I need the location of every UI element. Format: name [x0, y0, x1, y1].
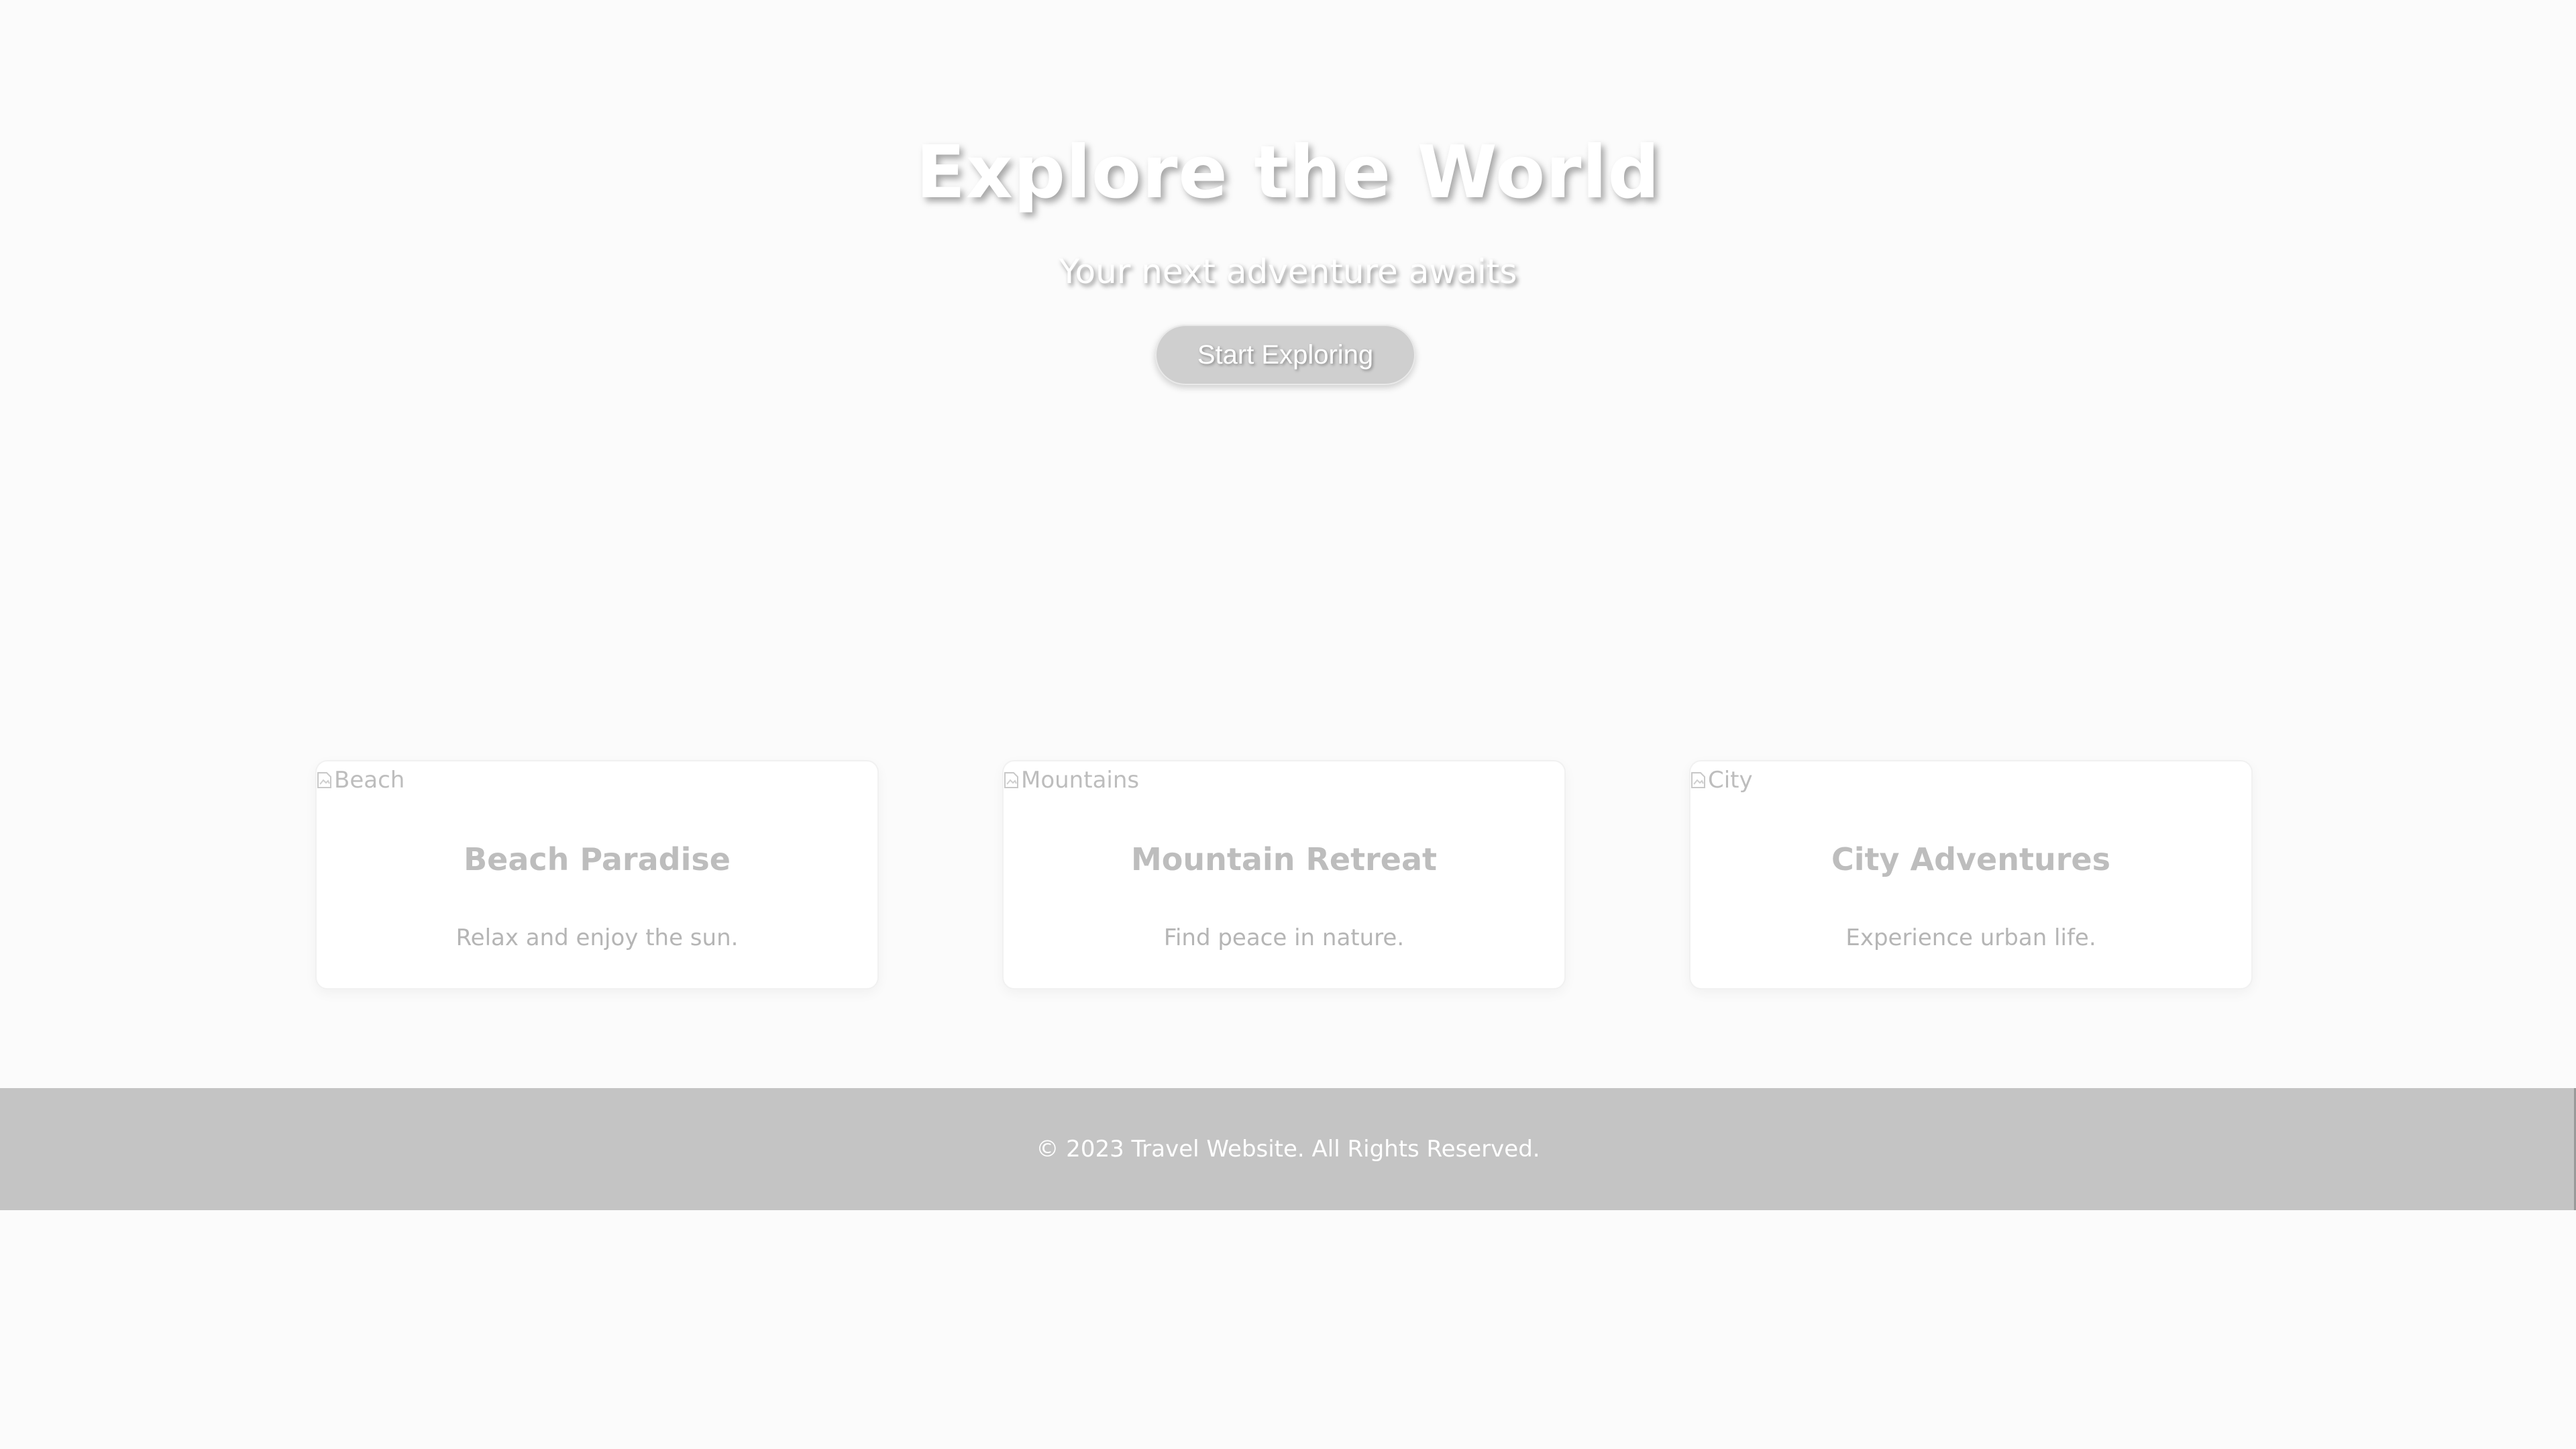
- hero-subtitle: Your next adventure awaits: [1059, 252, 1517, 291]
- destination-card-mountains[interactable]: Mountains Mountain Retreat Find peace in…: [1002, 760, 1566, 989]
- card-description: Find peace in nature.: [1163, 924, 1405, 951]
- broken-image-icon: [1690, 771, 1707, 790]
- card-title: Mountain Retreat: [1131, 841, 1437, 877]
- hero-section: Explore the World Your next adventure aw…: [0, 0, 2576, 704]
- start-exploring-button[interactable]: Start Exploring: [1155, 325, 1415, 385]
- broken-image-icon: [1004, 771, 1020, 790]
- card-description: Relax and enjoy the sun.: [455, 924, 739, 951]
- card-title: City Adventures: [1831, 841, 2110, 877]
- card-image-alt-text: Mountains: [1021, 767, 1140, 794]
- destination-cards: Beach Beach Paradise Relax and enjoy the…: [0, 760, 2576, 991]
- footer-copyright: © 2023 Travel Website. All Rights Reserv…: [1036, 1136, 1540, 1163]
- site-footer: © 2023 Travel Website. All Rights Reserv…: [0, 1088, 2576, 1210]
- card-image-mountains: Mountains: [1004, 761, 1139, 799]
- broken-image-icon: [317, 771, 333, 790]
- card-image-alt-text: Beach: [334, 767, 405, 794]
- card-image-city: City: [1690, 761, 1753, 799]
- card-image-alt-text: City: [1708, 767, 1753, 794]
- destination-card-city[interactable]: City City Adventures Experience urban li…: [1689, 760, 2253, 989]
- destination-card-beach[interactable]: Beach Beach Paradise Relax and enjoy the…: [315, 760, 879, 989]
- card-description: Experience urban life.: [1845, 924, 2096, 951]
- card-image-beach: Beach: [317, 761, 405, 799]
- card-title: Beach Paradise: [464, 841, 731, 877]
- hero-title: Explore the World: [916, 131, 1660, 215]
- travel-landing-page: Explore the World Your next adventure aw…: [0, 0, 2576, 1449]
